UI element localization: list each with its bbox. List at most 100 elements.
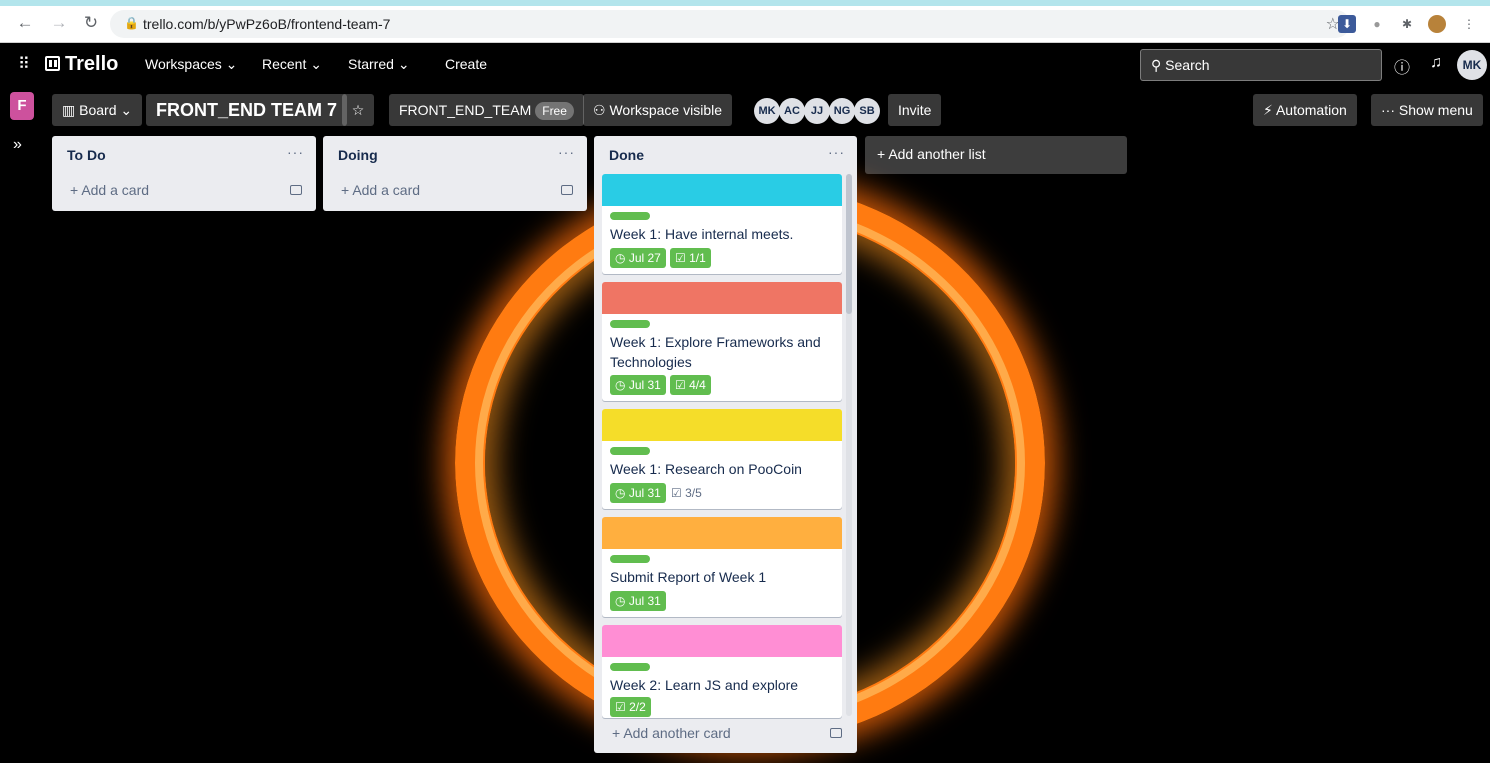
invite-button[interactable]: Invite <box>888 94 942 126</box>
extension-circle-icon[interactable]: ● <box>1368 15 1386 33</box>
show-menu-button[interactable]: ··· Show menu <box>1371 94 1483 126</box>
member-avatar[interactable]: AC <box>779 98 805 124</box>
due-date-text: Jul 31 <box>628 486 661 500</box>
add-list-label: Add another list <box>888 146 986 162</box>
app-switcher-icon[interactable]: ⠿ <box>18 54 30 74</box>
checklist-text: 4/4 <box>689 378 706 392</box>
member-avatar[interactable]: JJ <box>804 98 830 124</box>
card-label <box>610 663 650 671</box>
card[interactable]: Submit Report of Week 1 ◷ Jul 31 <box>602 517 842 617</box>
forward-icon[interactable]: → <box>48 12 70 34</box>
card-title: Week 1: Have internal meets. <box>610 226 794 242</box>
card[interactable]: Week 1: Explore Frameworks and Technolog… <box>602 282 842 401</box>
add-card-button[interactable]: + Add another card <box>612 725 731 741</box>
workspace-button[interactable]: FRONT_END_TEAM Free <box>389 94 584 126</box>
automation-button[interactable]: ⚡ Automation <box>1253 94 1357 126</box>
member-avatar[interactable]: MK <box>754 98 780 124</box>
card[interactable]: Week 1: Research on PooCoin DApp ◷ Jul 3… <box>602 409 842 509</box>
due-date-text: Jul 27 <box>628 251 661 265</box>
add-card-label: Add another card <box>623 725 731 741</box>
lock-icon: 🔒 <box>124 16 139 30</box>
card[interactable]: Week 1: Have internal meets. ◷ Jul 27 ☑ … <box>602 174 842 274</box>
card-label <box>610 212 650 220</box>
plus-icon: + <box>341 182 350 198</box>
due-date-badge[interactable]: ◷ Jul 31 <box>610 483 666 503</box>
checklist-icon: ☑ <box>675 378 686 392</box>
browser-menu-icon[interactable]: ⋮ <box>1460 15 1478 33</box>
logo-text: Trello <box>65 53 119 75</box>
add-card-button[interactable]: + Add a card <box>341 182 420 198</box>
list-menu-icon[interactable]: ··· <box>828 144 845 160</box>
user-avatar[interactable]: MK <box>1457 50 1487 80</box>
list-title[interactable]: To Do <box>67 147 106 163</box>
card-cover <box>602 625 842 657</box>
list-to-do: To Do ··· + Add a card <box>52 136 316 211</box>
more-icon: ··· <box>1381 102 1395 118</box>
reload-icon[interactable]: ↻ <box>80 12 102 34</box>
scrollbar-thumb[interactable] <box>846 174 852 314</box>
app-header: ⠿ Trello Workspaces ⌄ Recent ⌄ Starred ⌄… <box>0 43 1490 87</box>
list-done: Done ··· Week 1: Have internal meets. ◷ … <box>594 136 857 753</box>
show-menu-label: Show menu <box>1398 102 1473 118</box>
member-avatar[interactable]: NG <box>829 98 855 124</box>
checklist-icon: ☑ <box>615 700 626 714</box>
search-icon: ⚲ <box>1151 57 1162 73</box>
list-title[interactable]: Doing <box>338 147 378 163</box>
info-icon[interactable]: ⓘ <box>1394 54 1410 78</box>
member-avatar[interactable]: SB <box>854 98 880 124</box>
search-input[interactable]: ⚲ Search <box>1140 49 1382 81</box>
browser-chrome: ← → ↻ 🔒 trello.com/b/yPwPz6oB/frontend-t… <box>0 0 1490 43</box>
list-title[interactable]: Done <box>609 147 644 163</box>
nav-recent[interactable]: Recent ⌄ <box>262 56 322 73</box>
visibility-label: Workspace visible <box>609 102 723 118</box>
plus-icon: + <box>612 725 621 741</box>
board-view-switcher[interactable]: ▥ Board ⌄ <box>52 94 143 126</box>
list-scrollbar[interactable] <box>846 174 852 716</box>
list-menu-icon[interactable]: ··· <box>287 144 304 160</box>
notification-bell-icon[interactable]: ♫ <box>1430 54 1442 72</box>
list-menu-icon[interactable]: ··· <box>558 144 575 160</box>
due-date-badge[interactable]: ◷ Jul 27 <box>610 248 666 268</box>
board-bar: ▥ Board ⌄ FRONT_END TEAM 7 ☆ FRONT_END_T… <box>0 87 1490 131</box>
card-cover <box>602 517 842 549</box>
checklist-icon: ☑ <box>671 486 682 500</box>
nav-starred[interactable]: Starred ⌄ <box>348 56 410 73</box>
nav-workspaces-label: Workspaces <box>145 56 222 72</box>
checklist-icon: ☑ <box>675 251 686 265</box>
expand-sidebar-icon[interactable]: » <box>13 136 22 154</box>
nav-create[interactable]: Create <box>445 56 487 72</box>
chevron-down-icon: ⌄ <box>120 102 133 118</box>
extensions-puzzle-icon[interactable]: ✱ <box>1398 15 1416 33</box>
due-date-badge[interactable]: ◷ Jul 31 <box>610 591 666 611</box>
card-template-icon[interactable] <box>290 185 302 195</box>
card-template-icon[interactable] <box>561 185 573 195</box>
nav-workspaces[interactable]: Workspaces ⌄ <box>145 56 237 73</box>
chevron-down-icon: ⌄ <box>310 56 322 72</box>
add-list-button[interactable]: + Add another list <box>865 136 1127 174</box>
automation-label: Automation <box>1275 102 1347 118</box>
add-card-button[interactable]: + Add a card <box>70 182 149 198</box>
url-text: trello.com/b/yPwPz6oB/frontend-team-7 <box>143 16 391 32</box>
card-cover <box>602 174 842 206</box>
trello-logo[interactable]: Trello <box>45 53 118 76</box>
back-icon[interactable]: ← <box>14 12 36 34</box>
plus-icon: + <box>877 146 886 162</box>
extension-save-icon[interactable]: ⬇ <box>1338 15 1356 33</box>
chevron-down-icon: ⌄ <box>225 56 238 72</box>
card[interactable]: Week 2: Learn JS and explore React ☑ 2/2 <box>602 625 842 718</box>
card-label <box>610 447 650 455</box>
profile-avatar-icon[interactable] <box>1428 15 1446 33</box>
board-title[interactable]: FRONT_END TEAM 7 <box>146 94 348 126</box>
visibility-button[interactable]: ⚇ Workspace visible <box>583 94 733 126</box>
people-icon: ⚇ <box>593 102 606 118</box>
due-date-text: Jul 31 <box>628 378 661 392</box>
star-board-icon[interactable]: ☆ <box>342 94 374 126</box>
clock-icon: ◷ <box>615 378 626 392</box>
card-template-icon[interactable] <box>830 728 842 738</box>
search-placeholder: Search <box>1165 57 1210 73</box>
card-cover <box>602 282 842 314</box>
address-bar[interactable]: 🔒 trello.com/b/yPwPz6oB/frontend-team-7 … <box>110 10 1350 38</box>
due-date-badge[interactable]: ◷ Jul 31 <box>610 375 666 395</box>
workspace-sidebar: » <box>0 131 42 763</box>
board-view-icon: ▥ <box>62 102 76 118</box>
